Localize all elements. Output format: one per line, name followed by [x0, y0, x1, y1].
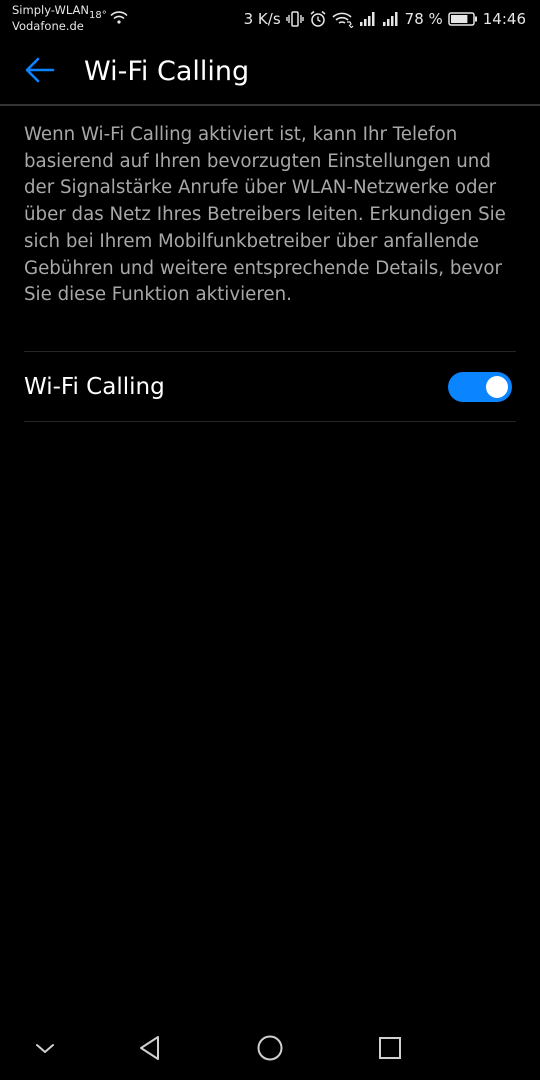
status-icons: 3 K/s 78 % 14:46 [244, 8, 526, 30]
divider-bottom [24, 421, 516, 422]
screen: Simply-WLAN Vodafone.de 18° 3 K/s 78 % 1… [0, 0, 540, 1080]
carrier-info: Simply-WLAN Vodafone.de [12, 2, 89, 34]
feature-description: Wenn Wi-Fi Calling aktiviert ist, kann I… [24, 124, 506, 306]
navigation-bar [0, 1020, 540, 1080]
clock: 14:46 [482, 10, 526, 28]
wifi-calling-icon [332, 10, 354, 28]
hide-nav-button[interactable] [23, 1030, 67, 1070]
circle-home-icon [256, 1034, 284, 1066]
chevron-down-icon [34, 1041, 56, 1060]
signal-1-icon [359, 11, 377, 27]
nav-home-button[interactable] [248, 1030, 292, 1070]
nav-back-button[interactable] [128, 1030, 172, 1070]
wifi-hotspot-icon [110, 10, 128, 29]
arrow-left-icon [25, 57, 55, 87]
signal-2-icon [382, 11, 400, 27]
vibrate-icon [285, 10, 304, 28]
nav-recents-button[interactable] [368, 1030, 412, 1070]
network-name: Simply-WLAN [12, 3, 89, 17]
toggle-knob [486, 376, 508, 398]
setting-label: Wi-Fi Calling [24, 374, 165, 400]
back-button[interactable] [20, 52, 60, 92]
alarm-icon [309, 10, 327, 28]
status-bar: Simply-WLAN Vodafone.de 18° 3 K/s 78 % 1… [0, 0, 540, 40]
wifi-calling-setting-row[interactable]: Wi-Fi Calling [24, 352, 516, 421]
wifi-calling-toggle[interactable] [448, 372, 512, 402]
temperature: 18° [89, 10, 107, 21]
battery-percent: 78 % [404, 10, 443, 28]
square-recents-icon [378, 1036, 402, 1064]
data-speed: 3 K/s [243, 10, 281, 28]
carrier-name: Vodafone.de [12, 19, 84, 33]
battery-icon [448, 11, 478, 27]
triangle-back-icon [138, 1035, 162, 1065]
page-title: Wi-Fi Calling [84, 56, 250, 87]
app-bar: Wi-Fi Calling [0, 40, 540, 106]
